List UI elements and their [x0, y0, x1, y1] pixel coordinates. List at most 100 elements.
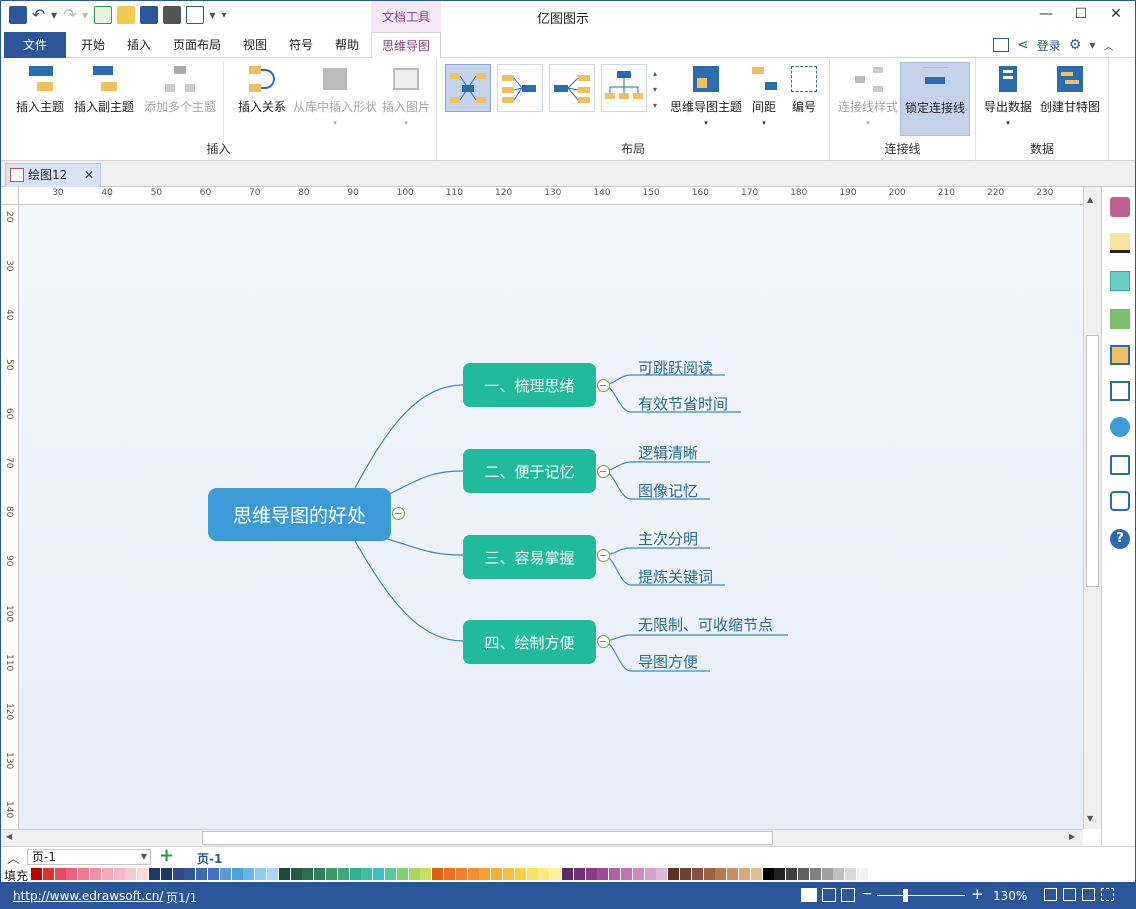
open-folder-icon[interactable] [117, 6, 136, 24]
zoom-slider-handle[interactable] [903, 889, 908, 902]
page-select-dropdown-icon[interactable]: ▼ [141, 850, 147, 864]
fit-page-icon[interactable] [1044, 888, 1057, 901]
color-swatch[interactable] [31, 868, 42, 880]
fit-width-icon[interactable] [1063, 888, 1076, 901]
undo-icon[interactable]: ↶ [32, 6, 46, 24]
color-swatch[interactable] [526, 868, 538, 880]
add-multiple-topics-button[interactable]: 添加多个主题 [141, 64, 219, 115]
color-swatch[interactable] [432, 868, 444, 880]
color-swatch[interactable] [231, 868, 243, 880]
color-swatch[interactable] [503, 868, 514, 880]
collapse-ribbon-icon[interactable]: ︿ [1103, 38, 1113, 53]
color-swatch[interactable] [621, 868, 632, 880]
color-swatch[interactable] [514, 868, 526, 880]
undo-dropdown-icon[interactable]: ▼ [51, 11, 57, 20]
color-swatch[interactable] [408, 868, 420, 880]
mindmap-leaf[interactable]: 无限制、可收缩节点 [638, 614, 773, 635]
drawing-canvas[interactable]: 思维导图的好处 一、梳理思绪 可跳跃阅读 有效节省时间 二、便于记忆 逻辑清晰 … [19, 205, 1083, 829]
minimize-button[interactable]: — [1031, 3, 1061, 25]
color-swatch[interactable] [267, 868, 278, 880]
color-swatch[interactable] [467, 868, 479, 880]
tab-view[interactable]: 视图 [235, 32, 275, 58]
color-swatch[interactable] [680, 868, 691, 880]
tab-file[interactable]: 文件 [4, 32, 66, 58]
color-swatch[interactable] [302, 868, 314, 880]
tab-mindmap[interactable]: 思维导图 [371, 32, 441, 59]
numbering-button[interactable]: 编号 [785, 64, 823, 115]
color-swatch[interactable] [90, 868, 101, 880]
color-swatch[interactable] [750, 868, 762, 880]
document-tab[interactable]: 绘图12 ✕ [5, 163, 101, 187]
color-swatch[interactable] [715, 868, 727, 880]
color-swatch[interactable] [585, 868, 597, 880]
vertical-scroll-thumb[interactable] [1086, 335, 1099, 587]
scroll-right-icon[interactable]: ▶ [1069, 832, 1075, 841]
layers-icon[interactable] [1110, 345, 1130, 365]
page-view-icon[interactable] [822, 888, 836, 902]
color-swatch[interactable] [349, 868, 361, 880]
mindmap-leaf[interactable]: 图像记忆 [638, 480, 698, 501]
mindmap-branch-3[interactable]: 三、容易掌握 [463, 535, 596, 579]
color-swatch[interactable] [149, 868, 160, 880]
normal-view-icon[interactable] [801, 888, 817, 902]
color-swatch[interactable] [691, 868, 703, 880]
library-dropdown-icon[interactable]: ▾ [291, 119, 379, 127]
print-icon[interactable] [163, 6, 182, 24]
color-swatch[interactable] [562, 868, 573, 880]
mindmap-leaf[interactable]: 可跳跃阅读 [638, 357, 713, 378]
zoom-in-icon[interactable]: + [971, 885, 984, 903]
settings-dropdown-icon[interactable]: ▼ [1089, 41, 1095, 50]
maximize-button[interactable]: ☐ [1066, 3, 1096, 25]
scroll-up-icon[interactable]: ▲ [1087, 195, 1093, 204]
fill-bucket-icon[interactable] [1110, 197, 1130, 217]
layout-gallery-scroll[interactable]: ▴ ▾ ▾ [653, 66, 657, 114]
color-swatch[interactable] [290, 868, 302, 880]
attachment-icon[interactable] [1110, 455, 1130, 475]
page-tab[interactable]: 页-1 [197, 850, 222, 867]
color-swatch[interactable] [597, 868, 609, 880]
connector-style-dropdown-icon[interactable]: ▾ [836, 119, 900, 127]
tab-page-layout[interactable]: 页面布局 [165, 32, 229, 58]
branch-4-collapse-toggle[interactable] [597, 635, 610, 648]
scroll-down-icon[interactable]: ▼ [1087, 814, 1093, 823]
insert-from-library-button[interactable]: 从库中插入形状 ▾ [291, 64, 379, 127]
mindmap-leaf[interactable]: 逻辑清晰 [638, 442, 698, 463]
root-collapse-toggle[interactable] [392, 507, 405, 520]
mindmap-root-node[interactable]: 思维导图的好处 [208, 488, 391, 541]
color-swatch[interactable] [208, 868, 219, 880]
scroll-left-icon[interactable]: ◀ [6, 832, 12, 841]
image-icon[interactable] [1110, 309, 1130, 329]
redo-dropdown-icon[interactable]: ▼ [82, 11, 88, 20]
color-swatch[interactable] [373, 868, 385, 880]
color-swatch[interactable] [774, 868, 786, 880]
full-screen-icon[interactable] [1082, 888, 1095, 901]
color-swatch[interactable] [538, 868, 550, 880]
color-swatch[interactable] [78, 868, 90, 880]
color-swatch[interactable] [644, 868, 656, 880]
horizontal-scrollbar[interactable]: ◀ ▶ [1, 829, 1083, 846]
color-swatch[interactable] [255, 868, 267, 880]
color-swatch[interactable] [172, 868, 184, 880]
color-swatch[interactable] [857, 868, 868, 880]
mindmap-theme-button[interactable]: 思维导图主题 ▾ [667, 64, 745, 127]
color-swatch[interactable] [786, 868, 798, 880]
color-swatch[interactable] [573, 868, 585, 880]
color-swatch[interactable] [479, 868, 491, 880]
color-swatch[interactable] [385, 868, 396, 880]
color-swatch[interactable] [739, 868, 750, 880]
insert-subtopic-button[interactable]: 插入副主题 [71, 64, 137, 115]
color-swatch[interactable] [54, 868, 66, 880]
color-swatch[interactable] [396, 868, 408, 880]
color-swatch[interactable] [656, 868, 668, 880]
color-swatch[interactable] [632, 868, 644, 880]
mindmap-leaf[interactable]: 导图方便 [638, 651, 698, 672]
color-swatch[interactable] [361, 868, 373, 880]
color-swatch[interactable] [337, 868, 349, 880]
page-select[interactable]: 页-1 ▼ [27, 849, 151, 865]
share-icon[interactable]: ⋖ [1017, 37, 1029, 53]
color-swatch[interactable] [668, 868, 680, 880]
color-swatch[interactable] [184, 868, 196, 880]
export-dropdown-icon[interactable]: ▼ [209, 11, 215, 20]
color-swatch[interactable] [420, 868, 432, 880]
color-swatch[interactable] [278, 868, 290, 880]
